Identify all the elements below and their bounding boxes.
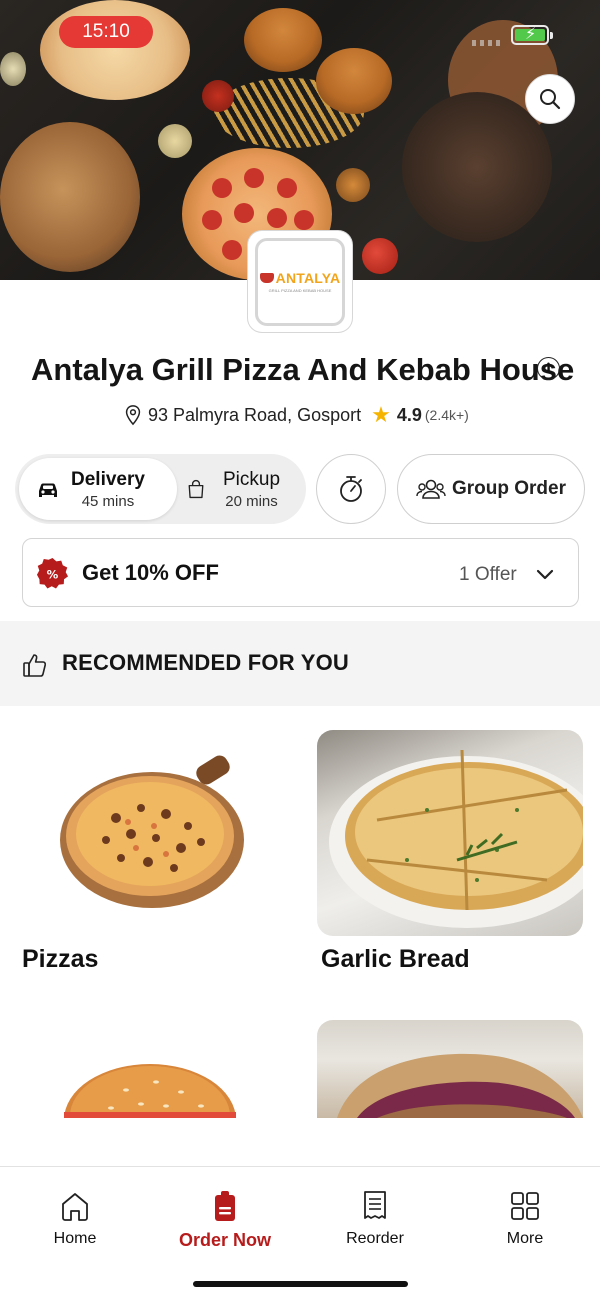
- offer-banner[interactable]: % Get 10% OFF 1 Offer: [22, 538, 579, 607]
- burger-card-image[interactable]: [16, 1020, 284, 1118]
- pickup-option[interactable]: Pickup 20 mins: [185, 458, 305, 520]
- pizzas-card-label[interactable]: Pizzas: [22, 945, 98, 974]
- recommended-header: RECOMMENDED FOR YOU: [0, 621, 600, 706]
- star-icon: ★: [371, 402, 391, 427]
- tab-reorder-label: Reorder: [346, 1230, 404, 1247]
- order-bag-icon: [215, 1191, 235, 1221]
- bottom-tab-bar: Home Order Now Reorder More: [0, 1166, 600, 1298]
- group-order-label: Group Order: [451, 478, 566, 499]
- hero-burger: [244, 8, 322, 72]
- shopping-bag-icon: [188, 479, 204, 499]
- hero-skewers: [0, 122, 140, 272]
- tab-reorder[interactable]: Reorder: [315, 1189, 435, 1248]
- location-pin-icon: [125, 405, 141, 426]
- tab-order-now[interactable]: Order Now: [165, 1189, 285, 1251]
- tab-more[interactable]: More: [465, 1189, 585, 1248]
- tab-home[interactable]: Home: [15, 1189, 135, 1248]
- logo-text: ANTALYA: [275, 270, 341, 286]
- garlic-bread-card-label[interactable]: Garlic Bread: [321, 945, 470, 974]
- home-indicator[interactable]: [193, 1281, 408, 1287]
- chevron-down-icon: [536, 569, 554, 580]
- signal-indicator: [472, 40, 502, 46]
- offer-text: Get 10% OFF: [82, 560, 219, 585]
- grill-icon: [259, 273, 274, 283]
- hero-pizza-top: [40, 0, 190, 100]
- info-icon[interactable]: i: [537, 357, 560, 380]
- kebab-card-image[interactable]: [317, 1020, 583, 1118]
- hero-dip: [0, 52, 26, 86]
- recommended-title: RECOMMENDED FOR YOU: [62, 650, 349, 675]
- hero-dip: [202, 80, 234, 112]
- battery-icon: ⚡: [511, 25, 553, 45]
- delivery-option-content[interactable]: Delivery 45 mins: [35, 458, 177, 520]
- garlic-bread-card-image[interactable]: [317, 730, 583, 936]
- rating-count: (2.4k+): [424, 407, 469, 423]
- svg-text:%: %: [47, 567, 59, 581]
- group-icon: [416, 479, 446, 499]
- stopwatch-icon: [340, 476, 362, 502]
- pickup-label: Pickup: [223, 468, 281, 490]
- tab-home-label: Home: [53, 1230, 97, 1247]
- address-row: 93 Palmyra Road, Gosport ★ 4.9 (2.4k+): [122, 402, 469, 428]
- tab-order-now-label: Order Now: [178, 1230, 271, 1250]
- logo-subtext: GRILL PIZZA AND KEBAB HOUSE: [268, 288, 332, 293]
- car-icon: [39, 483, 57, 497]
- home-icon: [62, 1193, 88, 1221]
- restaurant-logo: ANTALYA GRILL PIZZA AND KEBAB HOUSE: [248, 231, 352, 332]
- pizzas-card-image[interactable]: [16, 730, 284, 936]
- group-order-button[interactable]: Group Order: [397, 454, 585, 524]
- search-icon: [540, 89, 561, 110]
- grid-icon: [511, 1192, 539, 1220]
- status-time: 15:10: [59, 16, 153, 48]
- restaurant-name: Antalya Grill Pizza And Kebab House: [31, 352, 575, 387]
- address-text: 93 Palmyra Road, Gosport: [148, 404, 362, 425]
- thumbs-up-icon: [23, 654, 47, 677]
- rating-value: 4.9: [396, 404, 422, 425]
- delivery-label: Delivery: [71, 468, 145, 490]
- pickup-time: 20 mins: [225, 492, 278, 510]
- receipt-icon: [364, 1191, 386, 1219]
- order-mode-toggle: Delivery 45 mins Pickup 20 mins: [15, 454, 306, 524]
- search-button[interactable]: [525, 74, 575, 124]
- hero-tomato: [362, 238, 398, 274]
- hero-dip: [336, 168, 370, 202]
- tab-more-label: More: [506, 1230, 544, 1247]
- discount-badge-icon: %: [36, 557, 69, 589]
- delivery-time: 45 mins: [81, 492, 135, 510]
- hero-burger: [316, 48, 392, 114]
- schedule-button[interactable]: [316, 454, 386, 524]
- offer-count: 1 Offer: [459, 564, 517, 585]
- hero-dip: [158, 124, 192, 158]
